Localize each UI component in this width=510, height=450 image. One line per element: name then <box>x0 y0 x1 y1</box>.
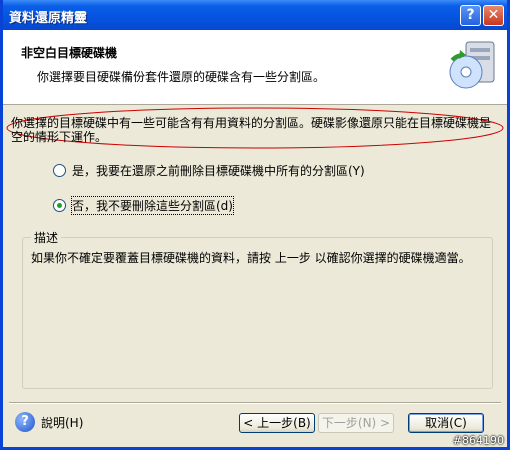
radio-no[interactable] <box>53 198 66 212</box>
wizard-window: 資料還原精靈 ? ✕ 非空白目標硬碟機 你選擇要目硬碟備份套件還原的硬碟含有一些… <box>0 0 510 450</box>
help-icon: ? <box>15 412 35 432</box>
help-title-button[interactable]: ? <box>460 5 481 26</box>
page-subtitle: 你選擇要目硬碟備份套件還原的硬碟含有一些分割區。 <box>37 70 326 84</box>
back-button[interactable]: < 上一步(B) <box>239 413 315 433</box>
help-button[interactable]: ? 說明(H) <box>15 412 83 432</box>
close-button[interactable]: ✕ <box>483 5 504 26</box>
page-title: 非空白目標硬碟機 <box>21 46 118 60</box>
help-label[interactable]: 說明(H) <box>41 414 83 431</box>
description-text: 如果你不確定要覆蓋目標硬碟機的資料，請按 上一步 以確認你選擇的硬碟機適當。 <box>31 251 471 265</box>
warning-text: 你選擇的目標硬碟中有一些可能含有有用資料的分割區。硬碟影像還原只能在目標硬碟機是… <box>11 116 492 144</box>
radio-yes[interactable] <box>53 163 66 177</box>
option-delete-partitions[interactable]: 是，我要在還原之前刪除目標硬碟機中所有的分割區(Y) <box>53 161 365 179</box>
next-button[interactable]: 下一步(N) > <box>318 413 394 433</box>
watermark: #864190 <box>452 434 504 447</box>
option-yes-label[interactable]: 是，我要在還原之前刪除目標硬碟機中所有的分割區(Y) <box>72 162 365 179</box>
footer-divider <box>9 402 501 404</box>
wizard-header: 非空白目標硬碟機 你選擇要目硬碟備份套件還原的硬碟含有一些分割區。 <box>3 30 507 105</box>
window-title: 資料還原精靈 <box>9 11 88 26</box>
option-no-label[interactable]: 否，我不要刪除這些分割區(d) <box>71 195 234 215</box>
option-keep-partitions[interactable]: 否，我不要刪除這些分割區(d) <box>53 195 234 215</box>
description-label: 描述 <box>31 229 62 246</box>
title-bar[interactable]: 資料還原精靈 ? ✕ <box>3 0 507 30</box>
disk-restore-icon <box>449 41 495 89</box>
cancel-button[interactable]: 取消(C) <box>408 413 484 433</box>
